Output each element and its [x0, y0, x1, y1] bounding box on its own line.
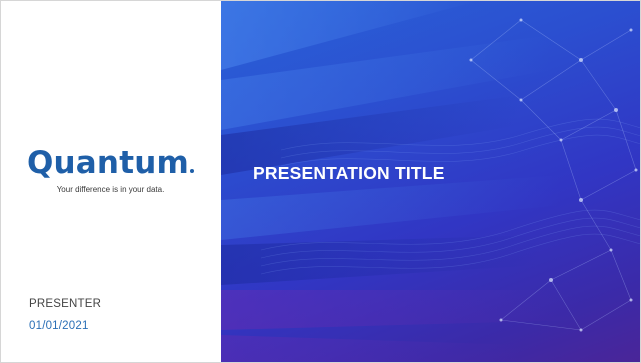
logo-wordmark: Quantum	[26, 145, 189, 181]
presentation-date: 01/01/2021	[29, 320, 89, 332]
presenter-label: PRESENTER	[29, 298, 102, 310]
presentation-slide: Quantum Your difference is in your data.…	[0, 0, 641, 363]
logo-dot-icon	[190, 169, 194, 173]
presentation-title: PRESENTATION TITLE	[253, 163, 445, 183]
logo-tagline: Your difference is in your data.	[56, 185, 165, 194]
quantum-logo: Quantum Your difference is in your data.	[0, 146, 221, 194]
left-panel: Quantum Your difference is in your data.…	[0, 0, 221, 363]
